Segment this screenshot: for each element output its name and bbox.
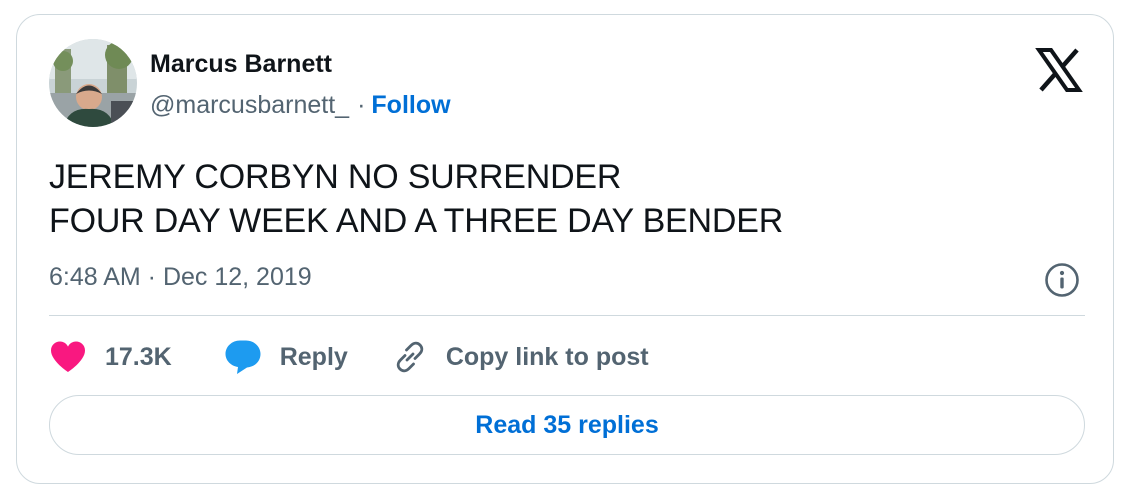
tweet-card: Marcus Barnett @marcusbarnett_ · Follow JE… xyxy=(16,14,1114,484)
speech-bubble-icon xyxy=(224,339,262,375)
copy-link-button[interactable]: Copy link to post xyxy=(392,339,649,375)
heart-icon xyxy=(49,340,87,374)
tweet-text-line: JEREMY CORBYN NO SURRENDER xyxy=(49,158,622,196)
follow-link[interactable]: Follow xyxy=(371,91,450,119)
read-replies-button[interactable]: Read 35 replies xyxy=(49,395,1085,455)
author-name[interactable]: Marcus Barnett xyxy=(150,50,332,79)
like-button[interactable]: 17.3K xyxy=(49,340,172,374)
x-logo-icon[interactable] xyxy=(1034,45,1084,95)
info-icon[interactable] xyxy=(1043,261,1081,299)
author-handle-row: @marcusbarnett_ · Follow xyxy=(150,91,451,120)
action-bar: 17.3K Reply Copy link to post xyxy=(49,333,649,381)
tweet-timestamp[interactable]: 6:48 AM · Dec 12, 2019 xyxy=(49,263,312,292)
copy-link-label: Copy link to post xyxy=(445,342,649,371)
divider xyxy=(49,315,1085,316)
reply-button[interactable]: Reply xyxy=(224,339,348,375)
tweet-text-line: FOUR DAY WEEK AND A THREE DAY BENDER xyxy=(49,202,784,240)
author-handle[interactable]: @marcusbarnett_ xyxy=(150,91,349,119)
avatar-photo xyxy=(49,39,137,127)
link-icon xyxy=(392,339,428,375)
separator-dot: · xyxy=(357,91,366,119)
reply-label: Reply xyxy=(279,342,348,371)
tweet-text: JEREMY CORBYN NO SURRENDER FOUR DAY WEEK… xyxy=(49,155,783,243)
avatar[interactable] xyxy=(49,39,137,127)
like-count: 17.3K xyxy=(105,342,172,371)
